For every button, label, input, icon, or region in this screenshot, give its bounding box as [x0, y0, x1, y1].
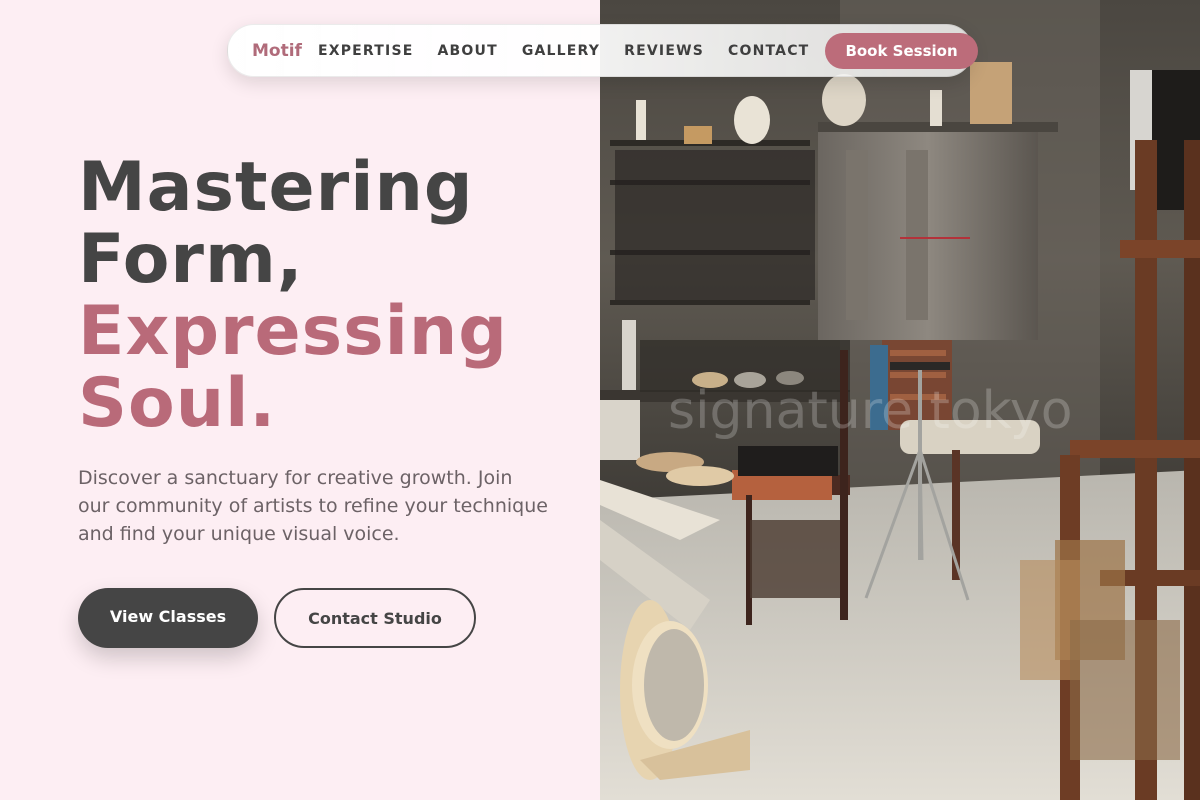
nav-link-gallery[interactable]: GALLERY: [522, 43, 600, 59]
headline-line-1: Mastering: [78, 148, 474, 227]
nav-link-reviews[interactable]: REVIEWS: [624, 43, 704, 59]
nav-link-contact[interactable]: CONTACT: [728, 43, 809, 59]
nav-link-about[interactable]: ABOUT: [438, 43, 498, 59]
contact-studio-button[interactable]: Contact Studio: [274, 588, 476, 648]
hero-description: Discover a sanctuary for creative growth…: [78, 467, 548, 545]
studio-photo: signature tokyo: [600, 0, 1200, 800]
headline-line-3: Expressing: [78, 292, 508, 371]
headline-line-4: Soul.: [78, 364, 277, 443]
hero-image: signature tokyo: [600, 0, 1200, 800]
book-session-button[interactable]: Book Session: [825, 32, 978, 69]
headline-line-2: Form,: [78, 220, 304, 299]
brand-logo[interactable]: Motif: [252, 41, 302, 61]
view-classes-button[interactable]: View Classes: [78, 588, 258, 648]
top-nav: Motif EXPERTISE ABOUT GALLERY REVIEWS CO…: [227, 24, 978, 77]
watermark-text: signature tokyo: [668, 381, 1073, 441]
nav-link-expertise[interactable]: EXPERTISE: [318, 43, 414, 59]
hero-headline: Mastering Form, Expressing Soul.: [78, 152, 598, 440]
